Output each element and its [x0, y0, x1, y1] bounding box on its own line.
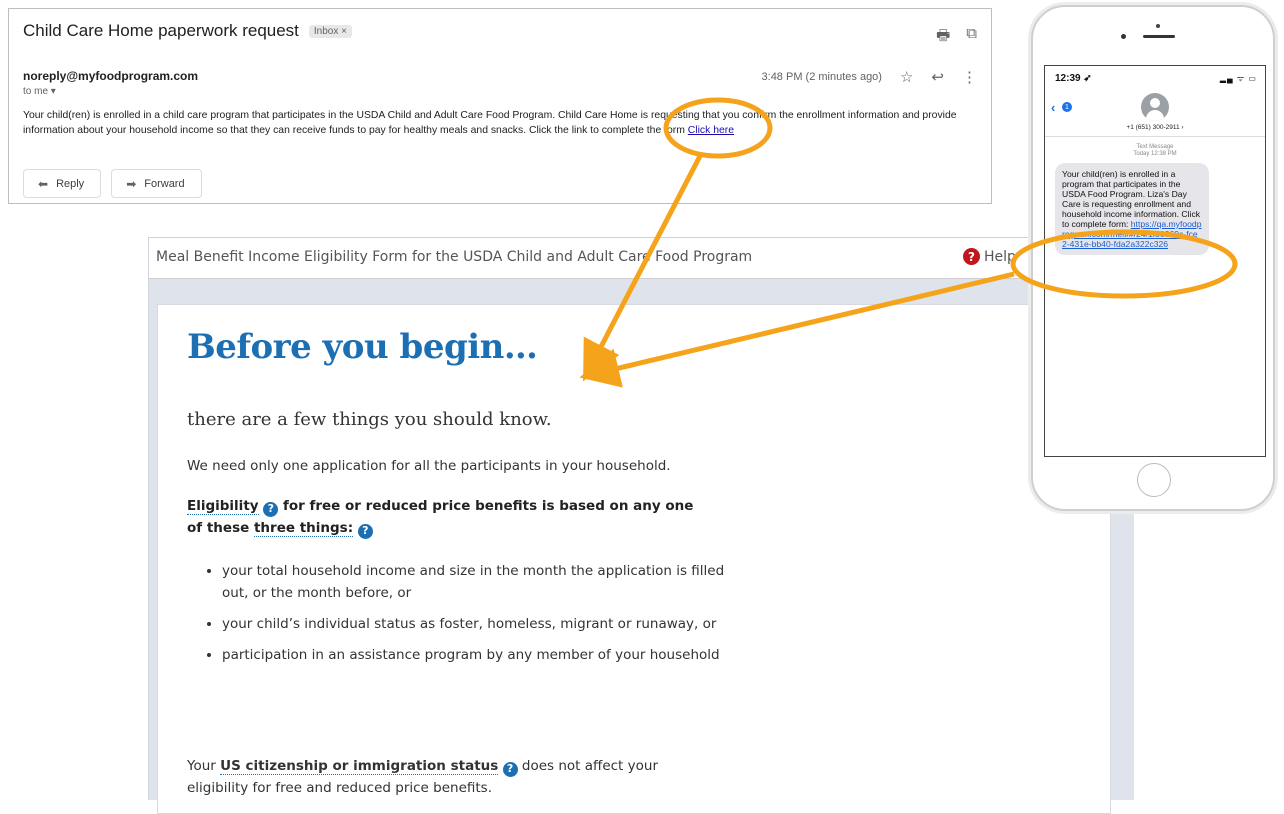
three-things-help-icon[interactable]: ?: [357, 523, 373, 539]
email-window: Child Care Home paperwork request Inbox …: [8, 8, 992, 204]
unread-badge: 1: [1062, 102, 1072, 112]
phone-screen: 12:39 ➶ ▂▄ ᯤ ▭ ‹ 1 +1 (651) 300-2911 › T…: [1044, 65, 1266, 457]
reply-button[interactable]: ⬅ Reply: [23, 169, 102, 198]
contact-number[interactable]: +1 (651) 300-2911 ›: [1045, 124, 1265, 131]
help-link[interactable]: ? Help: [963, 248, 1016, 265]
reply-icon[interactable]: ↩: [931, 68, 944, 86]
email-timestamp: 3:48 PM (2 minutes ago): [761, 71, 882, 83]
help-icon: ?: [963, 248, 980, 265]
avatar-head: [1150, 98, 1160, 108]
print-icon[interactable]: 🖶: [936, 25, 950, 50]
eligibility-help-icon[interactable]: ?: [263, 501, 279, 517]
list-item: your child’s individual status as foster…: [222, 613, 732, 635]
email-body: Your child(ren) is enrolled in a child c…: [23, 108, 973, 138]
help-label: Help: [984, 248, 1016, 265]
list-item: your total household income and size in …: [222, 560, 732, 604]
click-here-link[interactable]: Click here: [688, 125, 734, 136]
header-divider: [1045, 136, 1265, 137]
reply-label: Reply: [56, 177, 85, 190]
phone-speaker: [1143, 35, 1175, 38]
sender-address: noreply@myfoodprogram.com: [23, 69, 199, 83]
forward-label: Forward: [144, 177, 185, 190]
form-header: Meal Benefit Income Eligibility Form for…: [149, 237, 1134, 279]
forward-button[interactable]: ➡ Forward: [111, 169, 202, 198]
stamp-line-1: Text Message: [1136, 144, 1174, 150]
page-title: Before you begin…: [187, 327, 538, 367]
more-options-icon[interactable]: ⋮: [962, 68, 977, 86]
email-body-text: Your child(ren) is enrolled in a child c…: [23, 110, 957, 136]
forward-arrow-icon: ➡: [126, 176, 137, 191]
page-subtitle: there are a few things you should know.: [187, 409, 552, 430]
email-subject: Child Care Home paperwork request: [23, 21, 299, 40]
citizenship-statement: Your US citizenship or immigration statu…: [187, 755, 707, 799]
recipient-dropdown[interactable]: to me ▾: [23, 86, 56, 97]
form-window: Meal Benefit Income Eligibility Form for…: [148, 237, 1134, 814]
citizenship-term[interactable]: US citizenship or immigration status: [220, 758, 499, 775]
contact-avatar[interactable]: [1141, 93, 1169, 121]
email-top-icons: 🖶 ⧉: [936, 25, 977, 50]
eligibility-statement: Eligibility ? for free or reduced price …: [187, 495, 707, 539]
phone-status-icons: ▂▄ ᯤ ▭: [1219, 74, 1257, 83]
inbox-label-badge[interactable]: Inbox ×: [308, 24, 352, 38]
phone-camera: [1121, 34, 1126, 39]
citizenship-help-icon[interactable]: ?: [502, 761, 518, 777]
open-in-new-window-icon[interactable]: ⧉: [966, 25, 977, 50]
one-application-text: We need only one application for all the…: [187, 458, 671, 474]
email-meta: 3:48 PM (2 minutes ago) ☆ ↩ ⋮: [762, 68, 977, 86]
email-actions: ⬅ Reply ➡ Forward: [23, 169, 202, 198]
message-timestamp: Text Message Today 12:38 PM: [1045, 144, 1265, 158]
home-button[interactable]: [1137, 463, 1171, 497]
eligibility-list: your total household income and size in …: [204, 560, 732, 675]
avatar-body: [1146, 110, 1164, 121]
reply-arrow-icon: ⬅: [38, 176, 49, 191]
stamp-line-2: Today 12:38 PM: [1133, 151, 1177, 157]
star-icon[interactable]: ☆: [900, 68, 913, 86]
email-subject-row: Child Care Home paperwork request Inbox …: [23, 21, 352, 41]
back-chevron-icon[interactable]: ‹: [1051, 100, 1055, 115]
three-things-term[interactable]: three things:: [253, 520, 354, 537]
phone-device: 12:39 ➶ ▂▄ ᯤ ▭ ‹ 1 +1 (651) 300-2911 › T…: [1031, 5, 1275, 511]
citizen-prefix: Your: [187, 758, 221, 774]
list-item: participation in an assistance program b…: [222, 644, 732, 666]
form-header-title: Meal Benefit Income Eligibility Form for…: [156, 249, 753, 265]
phone-clock: 12:39 ➶: [1055, 73, 1092, 84]
eligibility-term[interactable]: Eligibility: [187, 498, 259, 515]
message-bubble: Your child(ren) is enrolled in a program…: [1055, 163, 1209, 255]
phone-sensor: [1156, 24, 1160, 28]
form-card: Before you begin… there are a few things…: [157, 304, 1111, 814]
